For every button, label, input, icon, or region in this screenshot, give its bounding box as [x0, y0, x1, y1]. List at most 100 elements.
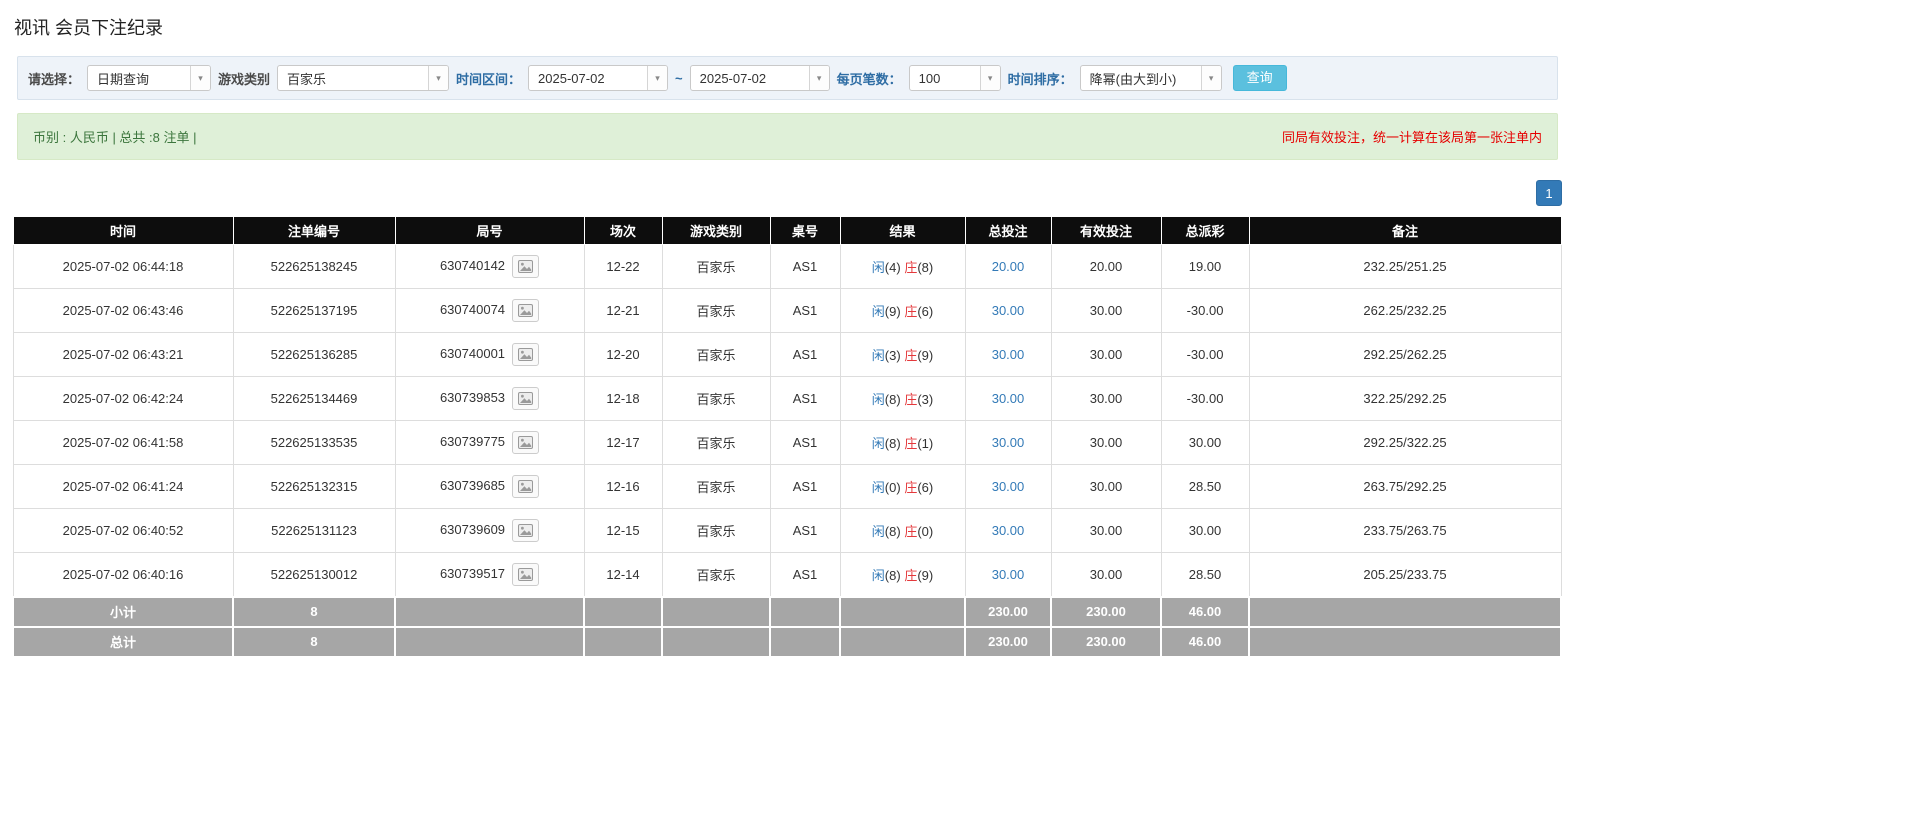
- time-cell: 2025-07-02 06:42:24: [12, 376, 234, 421]
- bet-id-cell: 522625138245: [232, 244, 396, 289]
- total-bet-link[interactable]: 30.00: [992, 303, 1025, 318]
- player-result-label: 闲: [871, 348, 885, 363]
- sort-order-value: 降幂(由大到小): [1089, 71, 1177, 87]
- total-bet-link[interactable]: 30.00: [992, 391, 1025, 406]
- date-to-select[interactable]: 2025-07-02 ▾: [689, 65, 830, 91]
- round-number: 630740074: [439, 301, 506, 317]
- sort-order-select[interactable]: 降幂(由大到小) ▾: [1079, 65, 1222, 91]
- header-result: 结果: [839, 216, 966, 245]
- player-result-score: (0): [884, 480, 901, 495]
- total-payout: 46.00: [1160, 625, 1250, 658]
- chevron-down-icon[interactable]: ▾: [647, 66, 668, 90]
- video-replay-icon[interactable]: [512, 431, 540, 454]
- total-bet-link[interactable]: 30.00: [992, 479, 1025, 494]
- bet-id-cell: 522625137195: [232, 288, 396, 333]
- banker-result-score: (6): [917, 304, 934, 319]
- chevron-down-icon[interactable]: ▾: [428, 66, 449, 90]
- total-bet-link[interactable]: 20.00: [992, 259, 1025, 274]
- chevron-down-icon[interactable]: ▾: [190, 66, 211, 90]
- header-total-bet: 总投注: [964, 216, 1052, 245]
- video-replay-icon[interactable]: [512, 475, 540, 498]
- game-type-label: 游戏类别: [218, 71, 271, 87]
- video-replay-icon[interactable]: [512, 387, 540, 410]
- round-number: 630740142: [439, 257, 506, 273]
- player-result-score: (9): [884, 304, 901, 319]
- bet-records-table: 时间 注单编号 局号 场次 游戏类别 桌号 结果 总投注 有效投注 总派彩 备注…: [12, 216, 1562, 658]
- total-label: 总计: [12, 625, 234, 658]
- video-replay-icon[interactable]: [512, 562, 540, 586]
- banker-result-score: (6): [917, 480, 934, 495]
- banker-result-score: (9): [917, 348, 934, 363]
- session-cell: 12-18: [583, 376, 663, 421]
- total-bet-cell: 30.00: [964, 332, 1052, 377]
- subtotal-valid-bet: 230.00: [1050, 595, 1162, 628]
- table-row: 2025-07-02 06:44:18 522625138245 6307401…: [12, 244, 1562, 289]
- round-number: 630739517: [439, 565, 506, 581]
- table-row: 2025-07-02 06:41:24 522625132315 6307396…: [12, 464, 1562, 509]
- session-cell: 12-21: [583, 288, 663, 333]
- chevron-down-icon[interactable]: ▾: [808, 66, 829, 90]
- video-replay-icon[interactable]: [512, 299, 540, 322]
- game-type-cell: 百家乐: [661, 420, 771, 465]
- payout-cell: -30.00: [1160, 376, 1250, 421]
- bet-id-cell: 522625130012: [232, 552, 396, 597]
- valid-bet-cell: 30.00: [1050, 464, 1162, 509]
- table-row: 2025-07-02 06:41:58 522625133535 6307397…: [12, 420, 1562, 465]
- time-cell: 2025-07-02 06:40:16: [12, 552, 234, 597]
- page-title: 视讯 会员下注纪录: [14, 18, 164, 38]
- table-body: 2025-07-02 06:44:18 522625138245 6307401…: [12, 244, 1562, 597]
- player-result-label: 闲: [871, 304, 885, 319]
- session-cell: 12-15: [583, 508, 663, 553]
- session-cell: 12-22: [583, 244, 663, 289]
- total-bet-link[interactable]: 30.00: [992, 567, 1025, 582]
- bet-id-cell: 522625131123: [232, 508, 396, 553]
- query-type-select[interactable]: 日期查询 ▾: [87, 65, 212, 91]
- total-bet-cell: 30.00: [964, 552, 1052, 597]
- round-cell: 630739775: [394, 420, 585, 465]
- header-round: 局号: [394, 216, 585, 245]
- total-bet-cell: 30.00: [964, 376, 1052, 421]
- table-no-cell: AS1: [769, 332, 841, 377]
- total-bet-cell: 30.00: [964, 420, 1052, 465]
- round-number: 630740001: [439, 345, 506, 361]
- date-from-select[interactable]: 2025-07-02 ▾: [528, 65, 669, 91]
- table-no-cell: AS1: [769, 244, 841, 289]
- banker-result-score: (3): [917, 392, 934, 407]
- query-type-label: 请选择：: [28, 71, 81, 87]
- result-cell: 闲(0) 庄(6): [839, 464, 966, 509]
- table-row: 2025-07-02 06:40:16 522625130012 6307395…: [12, 552, 1562, 597]
- round-cell: 630740074: [394, 288, 585, 333]
- table-no-cell: AS1: [769, 552, 841, 597]
- video-replay-icon[interactable]: [512, 343, 540, 366]
- page-button-1[interactable]: 1: [1536, 180, 1562, 206]
- valid-bet-cell: 30.00: [1050, 508, 1162, 553]
- bet-id-cell: 522625134469: [232, 376, 396, 421]
- player-result-label: 闲: [871, 480, 885, 495]
- header-session: 场次: [583, 216, 663, 245]
- page: 视讯 会员下注纪录 请选择： 日期查询 ▾ 游戏类别 百家乐 ▾ 时间区间： 2…: [0, 0, 1919, 668]
- game-type-select[interactable]: 百家乐 ▾: [277, 65, 450, 91]
- valid-bet-note: 同局有效投注，统一计算在该局第一张注单内: [1281, 130, 1542, 145]
- chevron-down-icon[interactable]: ▾: [979, 66, 1000, 90]
- date-range-tilde: ~: [675, 70, 683, 86]
- result-cell: 闲(9) 庄(6): [839, 288, 966, 333]
- banker-result-label: 庄: [904, 567, 918, 583]
- date-from-value: 2025-07-02: [538, 70, 605, 86]
- page-size-select[interactable]: 100 ▾: [908, 65, 1001, 91]
- payout-cell: 19.00: [1160, 244, 1250, 289]
- player-result-label: 闲: [871, 392, 885, 407]
- search-button[interactable]: 查询: [1232, 65, 1287, 91]
- total-bet-link[interactable]: 30.00: [992, 523, 1025, 538]
- banker-result-label: 庄: [904, 304, 918, 319]
- game-type-value: 百家乐: [287, 71, 327, 87]
- total-bet-link[interactable]: 30.00: [992, 435, 1025, 450]
- total-bet-link[interactable]: 30.00: [992, 347, 1025, 362]
- video-replay-icon[interactable]: [512, 519, 540, 542]
- game-type-cell: 百家乐: [661, 376, 771, 421]
- banker-result-label: 庄: [904, 260, 918, 275]
- video-replay-icon[interactable]: [512, 255, 540, 278]
- chevron-down-icon[interactable]: ▾: [1200, 66, 1221, 90]
- player-result-label: 闲: [871, 260, 885, 275]
- round-number: 630739685: [439, 477, 506, 493]
- table-footer: 小计 8 230.00 230.00 46.00 总计 8 230.00 230…: [12, 595, 1562, 658]
